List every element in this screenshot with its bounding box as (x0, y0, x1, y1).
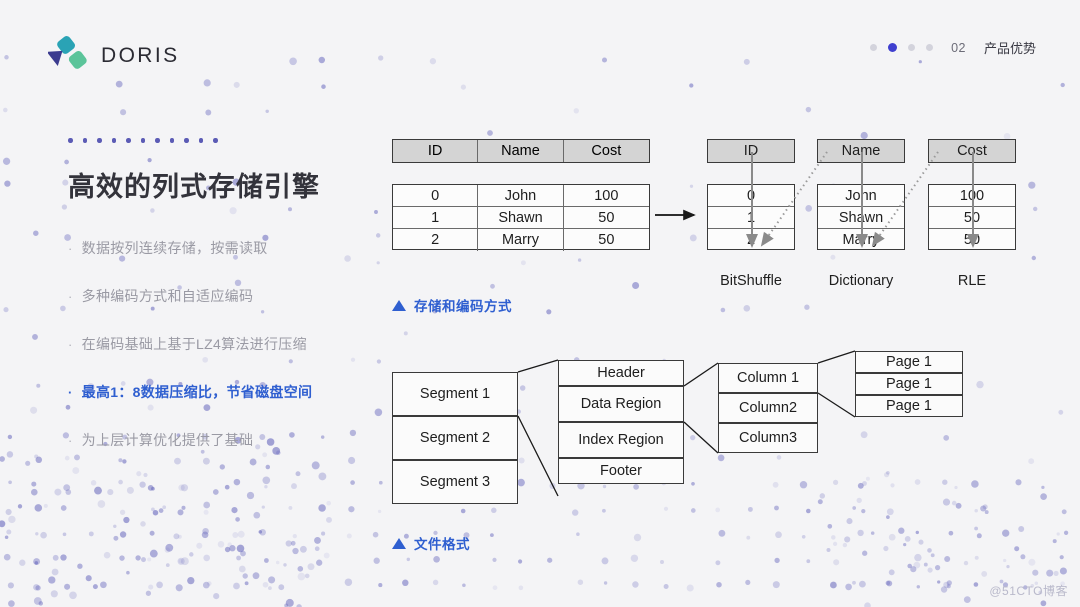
column-value-cell: Marry (842, 232, 880, 248)
page-box-2: Page 1 (855, 373, 963, 395)
column-value-cell: 0 (708, 185, 794, 207)
source-table-cell: 50 (598, 209, 615, 226)
source-header-cell: ID (393, 140, 479, 162)
column-values-rle: 100 50 50 (928, 184, 1016, 250)
source-table-body: 0 John 100 1 Shawn 50 2 Marry 50 (392, 184, 650, 251)
page-box-3: Page 1 (855, 395, 963, 417)
segment-part-header: Header (558, 360, 684, 386)
source-table-header: ID Name Cost (392, 139, 650, 163)
watermark: @51CTO博客 (989, 584, 1068, 598)
diagram-connectors (517, 151, 979, 497)
page-box-1: Page 1 (855, 351, 963, 373)
segment-part-data-region: Data Region (558, 386, 684, 422)
column-value-cell: John (818, 185, 904, 207)
source-table-cell: Shawn (478, 207, 564, 228)
storage-caption-text: 存储和编码方式 (414, 299, 512, 314)
column-box-2: Column2 (718, 393, 818, 423)
source-table-cell: 1 (393, 207, 479, 228)
column-header-bitshuffle: ID (707, 139, 795, 163)
table-row: 1 Shawn 50 (393, 207, 649, 229)
source-header-cell: Name (478, 140, 564, 162)
column-values-bitshuffle: 01 2 (707, 184, 795, 250)
table-row: 0 John 100 (393, 185, 649, 207)
source-table-cell: Marry (478, 229, 564, 251)
segment-part-footer: Footer (558, 458, 684, 484)
segment-box-2: Segment 2 (392, 416, 518, 460)
column-value-cell: 100 (929, 185, 1015, 207)
column-value-cell: 1 (708, 207, 794, 229)
column-values-dictionary: John Shawn Marry (817, 184, 905, 250)
diagram-area: ID Name Cost 0 John 100 1 Shawn 50 2 Marry 50 ID 0 1 2 B… (0, 0, 1080, 607)
source-table-cell: 2 (393, 229, 479, 251)
column-value-cell: Shawn (818, 207, 904, 229)
encoding-label-rle: RLE (957, 273, 987, 289)
column-value-cell: 50 (963, 232, 981, 248)
segment-box-1: Segment 1 (392, 372, 518, 416)
segment-part-index-region: Index Region (558, 422, 684, 458)
fileformat-diagram-caption: 文件格式 (392, 533, 470, 553)
column-header-rle: Cost (928, 139, 1016, 163)
slide-canvas: DORIS 02 产品优势 高效的列式存储引擎 · 数据按列连续存储，按需读取 · 多… (0, 0, 1080, 607)
segment-box-3: Segment 3 (392, 460, 518, 504)
triangle-marker-icon (392, 299, 406, 311)
fileformat-caption-text: 文件格式 (414, 537, 470, 552)
column-box-3: Column3 (718, 423, 818, 453)
table-row: 2 Marry 50 (393, 229, 649, 251)
source-table-cell: John (478, 185, 564, 206)
column-value-cell: 2 (746, 232, 756, 248)
column-value-cell: 50 (929, 207, 1015, 229)
source-table-cell: 50 (598, 232, 615, 248)
source-header-cell: Cost (591, 143, 622, 159)
source-table-cell: 100 (594, 187, 619, 204)
encoding-label-dictionary: Dictionary (828, 273, 894, 289)
encoding-label-bitshuffle: BitShuffle (720, 273, 782, 289)
column-header-dictionary: Name (817, 139, 905, 163)
source-table-cell: 0 (393, 185, 479, 206)
column-box-1: Column 1 (718, 363, 818, 393)
storage-diagram-caption: 存储和编码方式 (392, 295, 512, 315)
triangle-marker-icon (392, 537, 406, 549)
